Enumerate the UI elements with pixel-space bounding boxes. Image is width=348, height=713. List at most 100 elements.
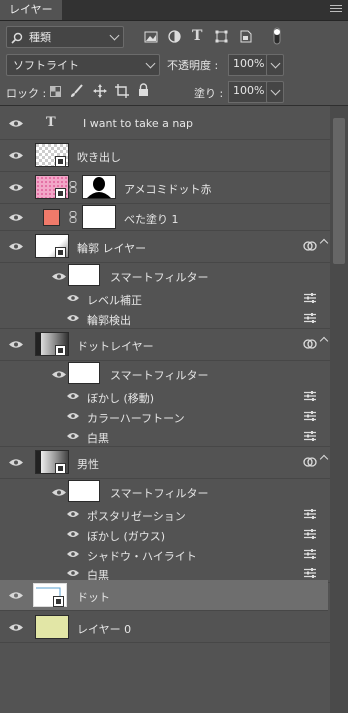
visibility-eye-icon[interactable]	[67, 569, 81, 578]
filter-item-row[interactable]: ぼかし (移動)	[0, 387, 330, 406]
layer-row[interactable]: べた塗り 1	[0, 204, 330, 231]
visibility-eye-icon[interactable]	[9, 623, 23, 632]
layer-name: スマートフィルター	[110, 271, 209, 284]
filter-item-row[interactable]: 輪郭検出	[0, 309, 330, 329]
smart-object-badge-icon	[55, 463, 66, 474]
visibility-eye-icon[interactable]	[52, 488, 66, 497]
filter-options-icon[interactable]	[304, 529, 316, 539]
smart-object-badge-icon	[55, 156, 66, 167]
lock-row: ロック : 塗り : 100%	[0, 80, 348, 104]
smart-filter-row[interactable]: スマートフィルター	[0, 361, 330, 386]
layer-name: レイヤー 0	[77, 623, 132, 636]
layer-name: ポスタリゼーション	[87, 510, 186, 523]
layer-mask-thumbnail	[82, 175, 116, 199]
smart-filter-icon	[303, 339, 317, 349]
filter-item-row[interactable]: シャドウ・ハイライト	[0, 545, 330, 564]
visibility-eye-icon[interactable]	[9, 242, 23, 251]
blend-mode-select[interactable]: ソフトライト	[6, 54, 160, 76]
lock-all-icon[interactable]	[138, 83, 149, 97]
filter-item-row[interactable]: ポスタリゼーション	[0, 505, 330, 524]
layer-name: ドットレイヤー	[77, 340, 154, 353]
layer-name: ドット	[77, 591, 110, 604]
visibility-eye-icon[interactable]	[9, 458, 23, 467]
filter-item-row[interactable]: ぼかし (ガウス)	[0, 525, 330, 544]
visibility-eye-icon[interactable]	[67, 432, 81, 441]
fill-input[interactable]: 100%	[228, 81, 267, 103]
adjustment-layer-filter-icon[interactable]	[168, 30, 181, 43]
visibility-eye-icon[interactable]	[9, 213, 23, 222]
filter-toggle-icon[interactable]	[272, 27, 282, 45]
layer-mask-thumbnail	[82, 205, 116, 229]
type-layer-filter-icon[interactable]: T	[192, 28, 202, 44]
chevron-down-icon	[270, 85, 281, 96]
visibility-eye-icon[interactable]	[9, 591, 23, 600]
filter-options-icon[interactable]	[304, 568, 316, 578]
fill-dropdown[interactable]	[266, 81, 284, 103]
visibility-eye-icon[interactable]	[9, 340, 23, 349]
layer-name: 輪郭 レイヤー	[77, 242, 147, 255]
visibility-eye-icon[interactable]	[67, 510, 81, 519]
blend-mode-value: ソフトライト	[13, 59, 79, 72]
layer-name: スマートフィルター	[110, 369, 209, 382]
layers-tab[interactable]: レイヤー	[0, 0, 62, 20]
visibility-eye-icon[interactable]	[67, 530, 81, 539]
layer-row-selected[interactable]: ドット	[0, 580, 328, 611]
shape-layer-filter-icon[interactable]	[215, 30, 228, 43]
filter-item-row[interactable]: 白黒	[0, 427, 330, 447]
smart-object-filter-icon[interactable]	[240, 30, 252, 43]
opacity-dropdown[interactable]	[266, 54, 284, 76]
smart-filter-row[interactable]: スマートフィルター	[0, 263, 330, 288]
link-chain-icon[interactable]	[69, 181, 77, 193]
visibility-eye-icon[interactable]	[67, 550, 81, 559]
filter-options-icon[interactable]	[304, 431, 316, 441]
layers-scrollbar-thumb[interactable]	[333, 118, 345, 264]
layer-name: アメコミドット赤	[124, 183, 212, 196]
collapse-arrow-icon[interactable]	[319, 238, 329, 248]
opacity-input[interactable]: 100%	[228, 54, 267, 76]
filter-kind-select[interactable]: 種類	[6, 26, 124, 48]
visibility-eye-icon[interactable]	[67, 294, 81, 303]
layer-row[interactable]: レイヤー 0	[0, 612, 330, 643]
smart-filter-icon	[303, 241, 317, 251]
link-chain-icon[interactable]	[69, 211, 77, 223]
visibility-eye-icon[interactable]	[9, 183, 23, 192]
filter-options-icon[interactable]	[304, 313, 316, 323]
chevron-down-icon	[270, 58, 281, 69]
layer-row[interactable]: 男性	[0, 447, 330, 479]
lock-brush-icon[interactable]	[70, 84, 84, 98]
layer-row[interactable]: ドットレイヤー	[0, 329, 330, 361]
opacity-label: 不透明度 :	[167, 59, 219, 72]
layer-row[interactable]: T I want to take a nap	[0, 108, 330, 140]
smart-object-badge-icon	[55, 345, 66, 356]
filter-item-row[interactable]: レベル補正	[0, 289, 330, 308]
visibility-eye-icon[interactable]	[52, 370, 66, 379]
filter-options-icon[interactable]	[304, 391, 316, 401]
divider	[0, 105, 348, 106]
smart-filter-row[interactable]: スマートフィルター	[0, 479, 330, 504]
filter-item-row[interactable]: カラーハーフトーン	[0, 407, 330, 426]
lock-move-icon[interactable]	[93, 84, 107, 98]
smart-filter-icon	[303, 457, 317, 467]
collapse-arrow-icon[interactable]	[319, 336, 329, 346]
layer-row[interactable]: 吹き出し	[0, 140, 330, 172]
panel-menu-icon[interactable]	[330, 3, 342, 15]
lock-artboard-icon[interactable]	[115, 84, 129, 98]
visibility-eye-icon[interactable]	[52, 272, 66, 281]
visibility-eye-icon[interactable]	[9, 151, 23, 160]
mask-silhouette	[87, 177, 111, 198]
layer-name: 輪郭検出	[87, 314, 131, 327]
pixel-layer-filter-icon[interactable]	[144, 31, 158, 43]
layer-row[interactable]: 輪郭 レイヤー	[0, 231, 330, 263]
fill-color-swatch[interactable]	[43, 209, 60, 226]
visibility-eye-icon[interactable]	[67, 412, 81, 421]
visibility-eye-icon[interactable]	[67, 314, 81, 323]
filter-options-icon[interactable]	[304, 293, 316, 303]
lock-transparent-icon[interactable]	[50, 86, 61, 97]
filter-options-icon[interactable]	[304, 549, 316, 559]
filter-options-icon[interactable]	[304, 411, 316, 421]
filter-options-icon[interactable]	[304, 509, 316, 519]
collapse-arrow-icon[interactable]	[319, 454, 329, 464]
visibility-eye-icon[interactable]	[9, 119, 23, 128]
layer-row[interactable]: アメコミドット赤	[0, 172, 330, 204]
visibility-eye-icon[interactable]	[67, 392, 81, 401]
